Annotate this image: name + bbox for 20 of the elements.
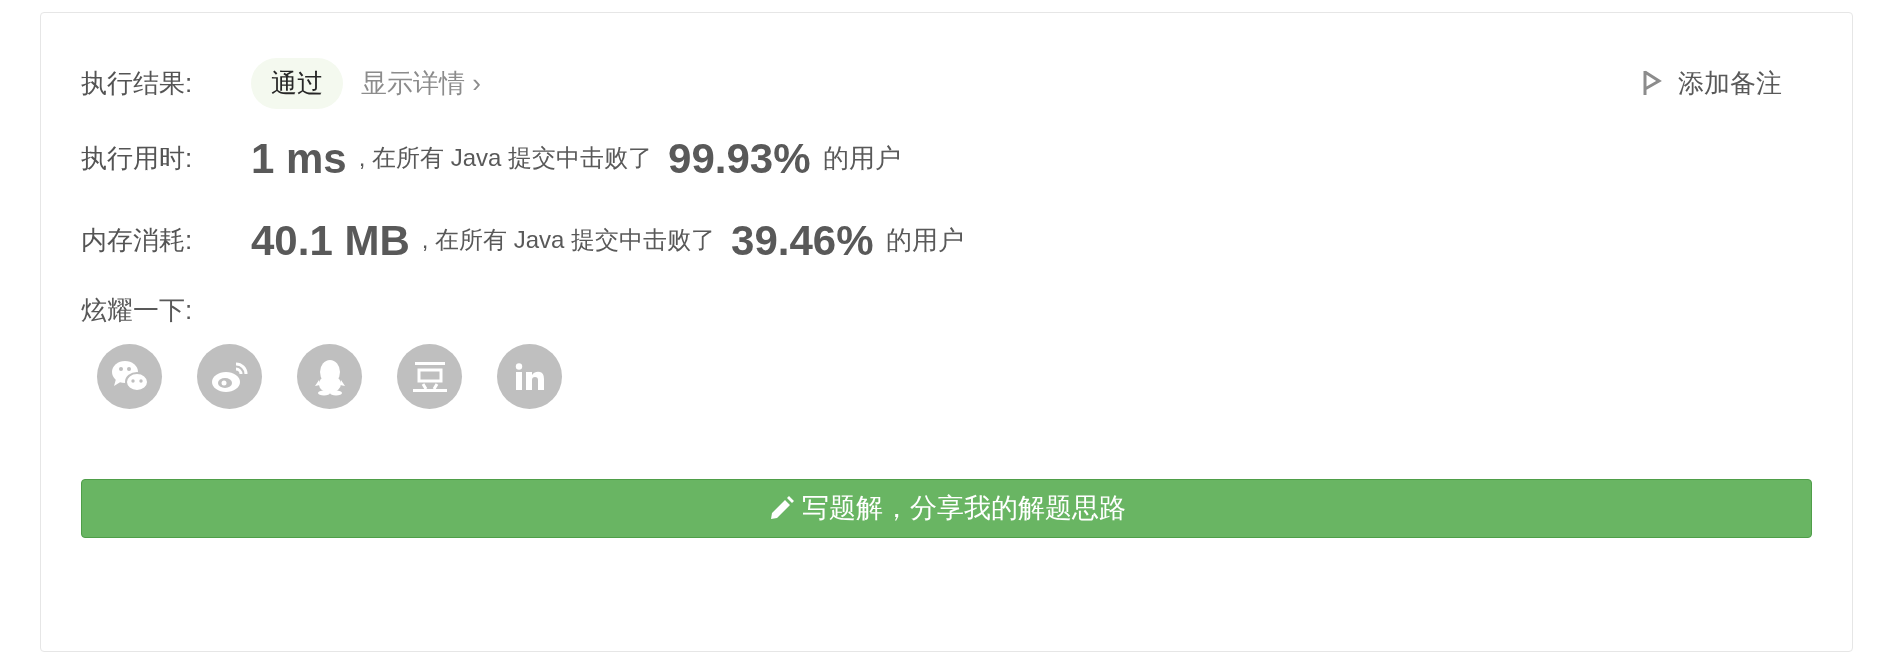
- stat-value: 1 ms: [251, 133, 347, 184]
- details-link[interactable]: 显示详情 ›: [361, 63, 481, 103]
- stat-label: 内存消耗:: [81, 223, 194, 257]
- percentile-value: 99.93%: [668, 133, 811, 184]
- stat-value: 40.1 MB: [251, 215, 410, 266]
- douban-icon: [412, 360, 447, 393]
- flag-icon: [1642, 69, 1662, 97]
- add-note-link[interactable]: 添加备注: [1642, 63, 1782, 103]
- stat-label: 执行用时:: [81, 141, 194, 175]
- stat-suffix: 的用户: [885, 223, 964, 257]
- status-badge: 通过: [251, 57, 343, 109]
- penguin-icon: [312, 357, 347, 396]
- stat-description: , 在所有 Java 提交中击败了: [358, 143, 653, 173]
- stat-suffix: 的用户: [822, 141, 901, 175]
- share-label: 炫耀一下:: [81, 294, 194, 327]
- write-solution-button[interactable]: 写题解，分享我的解题思路: [81, 479, 1812, 538]
- stat-description: , 在所有 Java 提交中击败了: [421, 225, 716, 255]
- result-label: 执行结果:: [81, 66, 194, 100]
- linkedin-icon: [514, 362, 545, 391]
- percentile-value: 39.46%: [731, 215, 874, 266]
